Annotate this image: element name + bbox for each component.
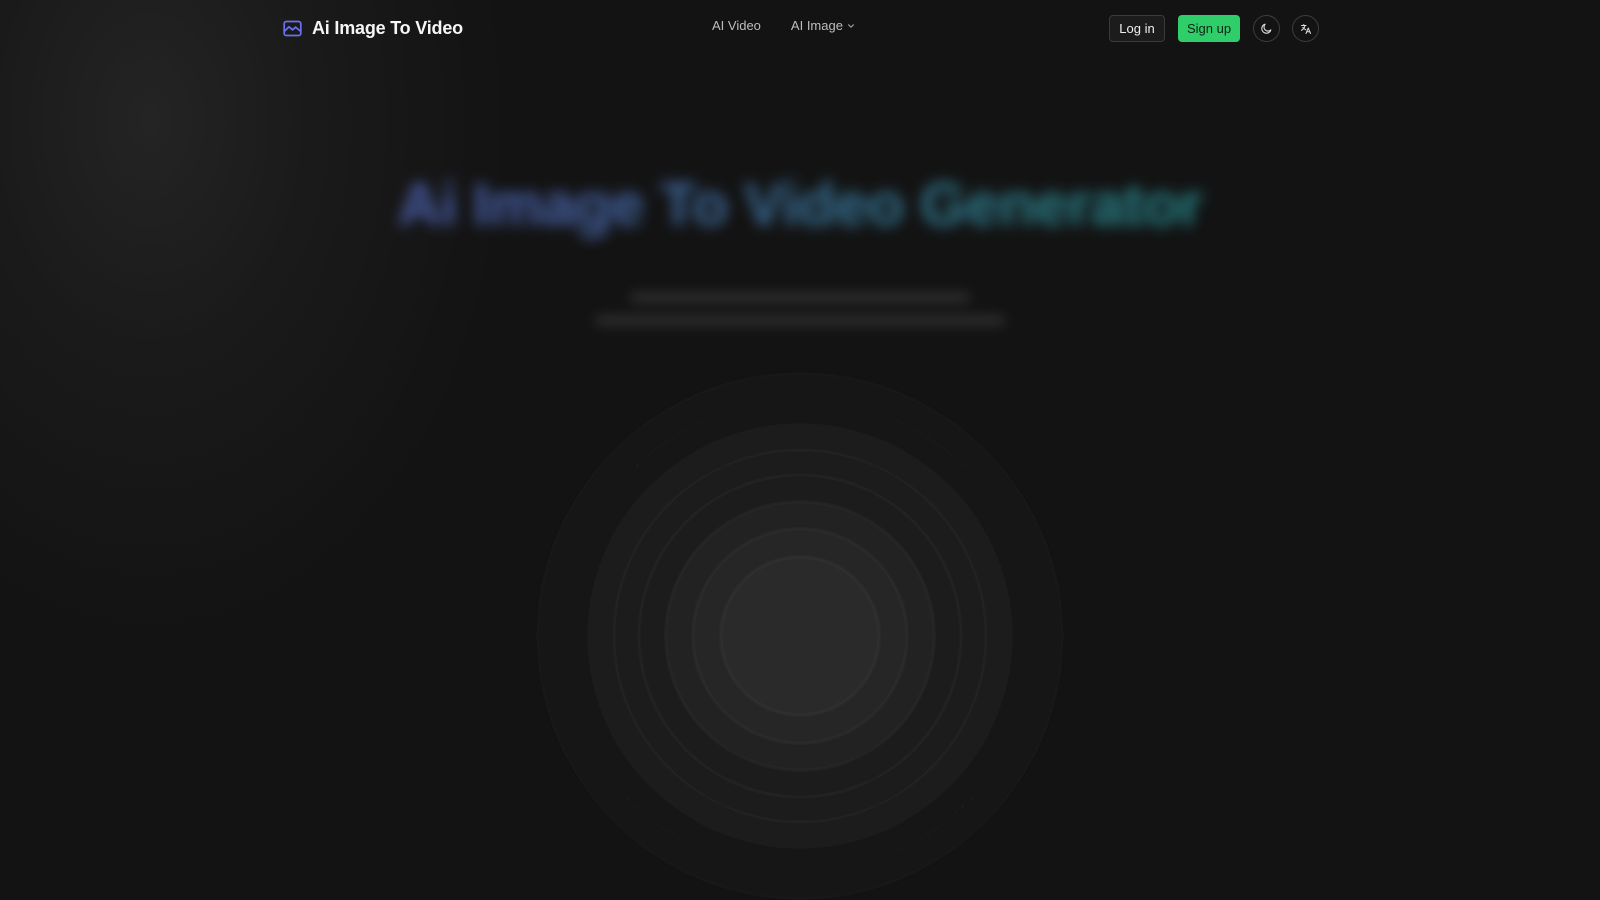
theme-toggle-button[interactable] [1253,15,1280,42]
nav-item-label: AI Image [790,18,843,33]
signup-button[interactable]: Sign up [1178,15,1240,42]
subtitle-line [595,316,1005,325]
ring-5 [588,424,1012,848]
ring-4 [613,449,987,823]
brand-logo[interactable]: Ai Image To Video [282,14,463,42]
hero-title: Ai Image To Video Generator [0,170,1600,239]
nav-item-ai-image[interactable]: AI Image [791,18,855,33]
ring-core [720,556,880,716]
ring-1 [692,528,908,744]
ring-6 [563,399,1037,873]
page: Ai Image To Video AI Video AI Image Log … [0,0,1600,900]
nav-item-label: AI Video [712,18,761,33]
login-button[interactable]: Log in [1109,15,1165,42]
ring-2 [665,501,935,771]
translate-icon [1300,23,1312,35]
ring-7 [537,373,1063,899]
hero-subtitle-placeholder [590,293,1010,339]
site-header: Ai Image To Video AI Video AI Image Log … [0,0,1600,56]
chevron-down-icon [847,22,855,30]
nav-item-ai-video[interactable]: AI Video [712,18,761,33]
language-button[interactable] [1292,15,1319,42]
subtitle-line [630,293,970,302]
loading-rings [537,373,1063,899]
image-icon [282,18,303,39]
brand-name: Ai Image To Video [312,17,463,38]
ring-3 [638,474,962,798]
main-nav: AI Video AI Image [712,18,855,33]
moon-icon [1260,22,1273,35]
